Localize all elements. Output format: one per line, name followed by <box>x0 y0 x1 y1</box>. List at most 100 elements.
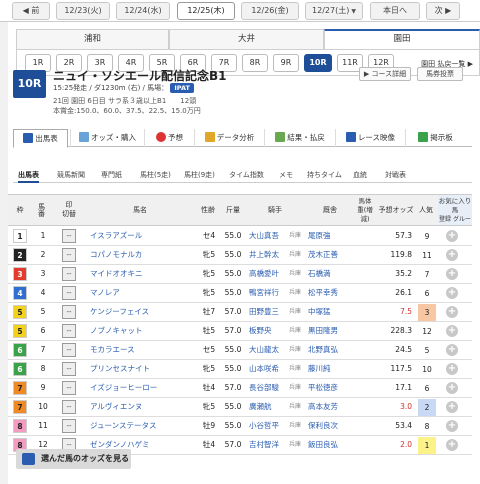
subtab-time-index[interactable]: タイム指数 <box>229 170 264 180</box>
subtab-race-card[interactable]: 出馬表 <box>18 170 39 183</box>
horse-name-link[interactable]: コパノモナルカ <box>90 246 194 264</box>
jockey-link[interactable]: 井上幹太 <box>249 246 287 264</box>
jockey-link[interactable]: 鴨宮祥行 <box>249 284 287 302</box>
tab-data-analysis[interactable]: データ分析 <box>194 129 264 147</box>
next-date-button[interactable]: 次 ▶ <box>426 2 460 20</box>
mark-select[interactable]: -- <box>62 362 76 376</box>
race-10r-button[interactable]: 10R <box>304 54 332 72</box>
add-favorite-icon[interactable]: + <box>446 306 458 318</box>
add-favorite-icon[interactable]: + <box>446 249 458 261</box>
sex-age: セ4 <box>202 231 216 240</box>
add-favorite-icon[interactable]: + <box>446 344 458 356</box>
add-favorite-icon[interactable]: + <box>446 401 458 413</box>
jockey-link[interactable]: 高橋愛叶 <box>249 265 287 283</box>
jockey-link[interactable]: 小谷哲平 <box>249 417 287 435</box>
horse-name-link[interactable]: イスラアズール <box>90 227 194 245</box>
tab-prediction[interactable]: 予想 <box>144 129 194 147</box>
popularity-rank: 1 <box>418 437 436 454</box>
trainer-link[interactable]: 北野真弘 <box>308 341 354 359</box>
subtab-memo[interactable]: メモ <box>279 170 293 180</box>
trainer-link[interactable]: 尾原強 <box>308 227 354 245</box>
trainer-link[interactable]: 松平幸秀 <box>308 284 354 302</box>
tab-results[interactable]: 結果・払戻 <box>264 129 335 147</box>
trainer-link[interactable]: 高本友芳 <box>308 398 354 416</box>
jockey-link[interactable]: 吉村智洋 <box>249 436 287 454</box>
sex-age: 牝5 <box>202 364 216 373</box>
tab-odds[interactable]: オッズ・購入 <box>70 129 144 147</box>
date-tab-1224[interactable]: 12/24(水) <box>116 2 170 20</box>
date-tab-1223[interactable]: 12/23(火) <box>56 2 110 20</box>
date-tab-1227[interactable]: 12/27(土) ▼ <box>305 2 363 20</box>
horse-name-link[interactable]: アルヴィエンヌ <box>90 398 194 416</box>
subtab-pedigree[interactable]: 血統 <box>353 170 367 180</box>
table-row: 7 10 -- アルヴィエンヌ 牝5 55.0 廣瀬航 兵庫 高本友芳 3.0 2 + <box>8 398 472 417</box>
jockey-link[interactable]: 長谷部駿 <box>249 379 287 397</box>
add-favorite-icon[interactable]: + <box>446 420 458 432</box>
date-tab-1226[interactable]: 12/26(金) <box>241 2 299 20</box>
tab-race-video[interactable]: レース映像 <box>335 129 405 147</box>
horse-name-link[interactable]: マノレア <box>90 284 194 302</box>
kinryo: 55.0 <box>224 269 242 278</box>
subtab-newspaper[interactable]: 競馬新聞 <box>57 170 85 180</box>
add-favorite-icon[interactable]: + <box>446 230 458 242</box>
venue-tab-urawa[interactable]: 浦和 <box>16 29 169 49</box>
selected-odds-button[interactable]: 選んだ馬のオッズを見る <box>16 449 131 469</box>
jockey-link[interactable]: 板野央 <box>249 322 287 340</box>
trainer-link[interactable]: 平松徳彦 <box>308 379 354 397</box>
subtab-head-to-head[interactable]: 対戦表 <box>385 170 406 180</box>
subtab-past5[interactable]: 馬柱(5走) <box>140 170 171 180</box>
jockey-link[interactable]: 廣瀬航 <box>249 398 287 416</box>
mark-select[interactable]: -- <box>62 229 76 243</box>
mark-select[interactable]: -- <box>62 248 76 262</box>
venue-tab-oi[interactable]: 大井 <box>169 29 324 49</box>
mark-select[interactable]: -- <box>62 400 76 414</box>
jockey-link[interactable]: 田野豊三 <box>249 303 287 321</box>
mark-select[interactable]: -- <box>62 381 76 395</box>
mark-select[interactable]: -- <box>62 343 76 357</box>
trainer-link[interactable]: 飯田良弘 <box>308 436 354 454</box>
add-favorite-icon[interactable]: + <box>446 287 458 299</box>
horse-name-link[interactable]: モカラエース <box>90 341 194 359</box>
trainer-link[interactable]: 保利良次 <box>308 417 354 435</box>
jockey-link[interactable]: 大山真吾 <box>249 227 287 245</box>
jockey-link[interactable]: 山本咲希 <box>249 360 287 378</box>
today-button[interactable]: 本日へ <box>370 2 420 20</box>
trainer-link[interactable]: 茂木正善 <box>308 246 354 264</box>
add-favorite-icon[interactable]: + <box>446 439 458 451</box>
add-favorite-icon[interactable]: + <box>446 325 458 337</box>
race-9r-button[interactable]: 9R <box>273 54 299 72</box>
date-tab-1225[interactable]: 12/25(木) <box>177 2 235 20</box>
add-favorite-icon[interactable]: + <box>446 268 458 280</box>
horse-name-link[interactable]: ケンジーフェイス <box>90 303 194 321</box>
tab-race-card[interactable]: 出馬表 <box>13 129 68 148</box>
col-mark[interactable]: 印切替 <box>54 195 84 225</box>
tab-forum[interactable]: 掲示板 <box>405 129 465 147</box>
trainer-link[interactable]: 中塚猛 <box>308 303 354 321</box>
mark-select[interactable]: -- <box>62 286 76 300</box>
subtab-expert[interactable]: 専門紙 <box>101 170 122 180</box>
table-row: 4 4 -- マノレア 牝5 55.0 鴨宮祥行 兵庫 松平幸秀 26.1 6 + <box>8 284 472 303</box>
subtab-best-time[interactable]: 持ちタイム <box>307 170 342 180</box>
mark-select[interactable]: -- <box>62 267 76 281</box>
horse-name-link[interactable]: ジューンステータス <box>90 417 194 435</box>
subtab-past9[interactable]: 馬柱(9走) <box>184 170 215 180</box>
add-favorite-icon[interactable]: + <box>446 382 458 394</box>
jockey-link[interactable]: 大山龍太 <box>249 341 287 359</box>
course-detail-button[interactable]: ▶ コース詳細 <box>359 67 411 81</box>
prev-date-button[interactable]: ◀ 前 <box>12 2 50 20</box>
mark-select[interactable]: -- <box>62 324 76 338</box>
race-8r-button[interactable]: 8R <box>242 54 268 72</box>
horse-name-link[interactable]: マイドオオキニ <box>90 265 194 283</box>
vote-button[interactable]: 馬券投票 <box>417 67 463 81</box>
horse-name-link[interactable]: プリンセスナイト <box>90 360 194 378</box>
trainer-link[interactable]: 藤川純 <box>308 360 354 378</box>
ipat-badge[interactable]: IPAT <box>170 83 194 93</box>
horse-name-link[interactable]: ノブノキャット <box>90 322 194 340</box>
horse-name-link[interactable]: イズジョーヒーロー <box>90 379 194 397</box>
mark-select[interactable]: -- <box>62 305 76 319</box>
add-favorite-icon[interactable]: + <box>446 363 458 375</box>
trainer-link[interactable]: 黒田隆男 <box>308 322 354 340</box>
trainer-link[interactable]: 石橋満 <box>308 265 354 283</box>
venue-tab-sonoda[interactable]: 園田 <box>324 29 480 49</box>
mark-select[interactable]: -- <box>62 419 76 433</box>
